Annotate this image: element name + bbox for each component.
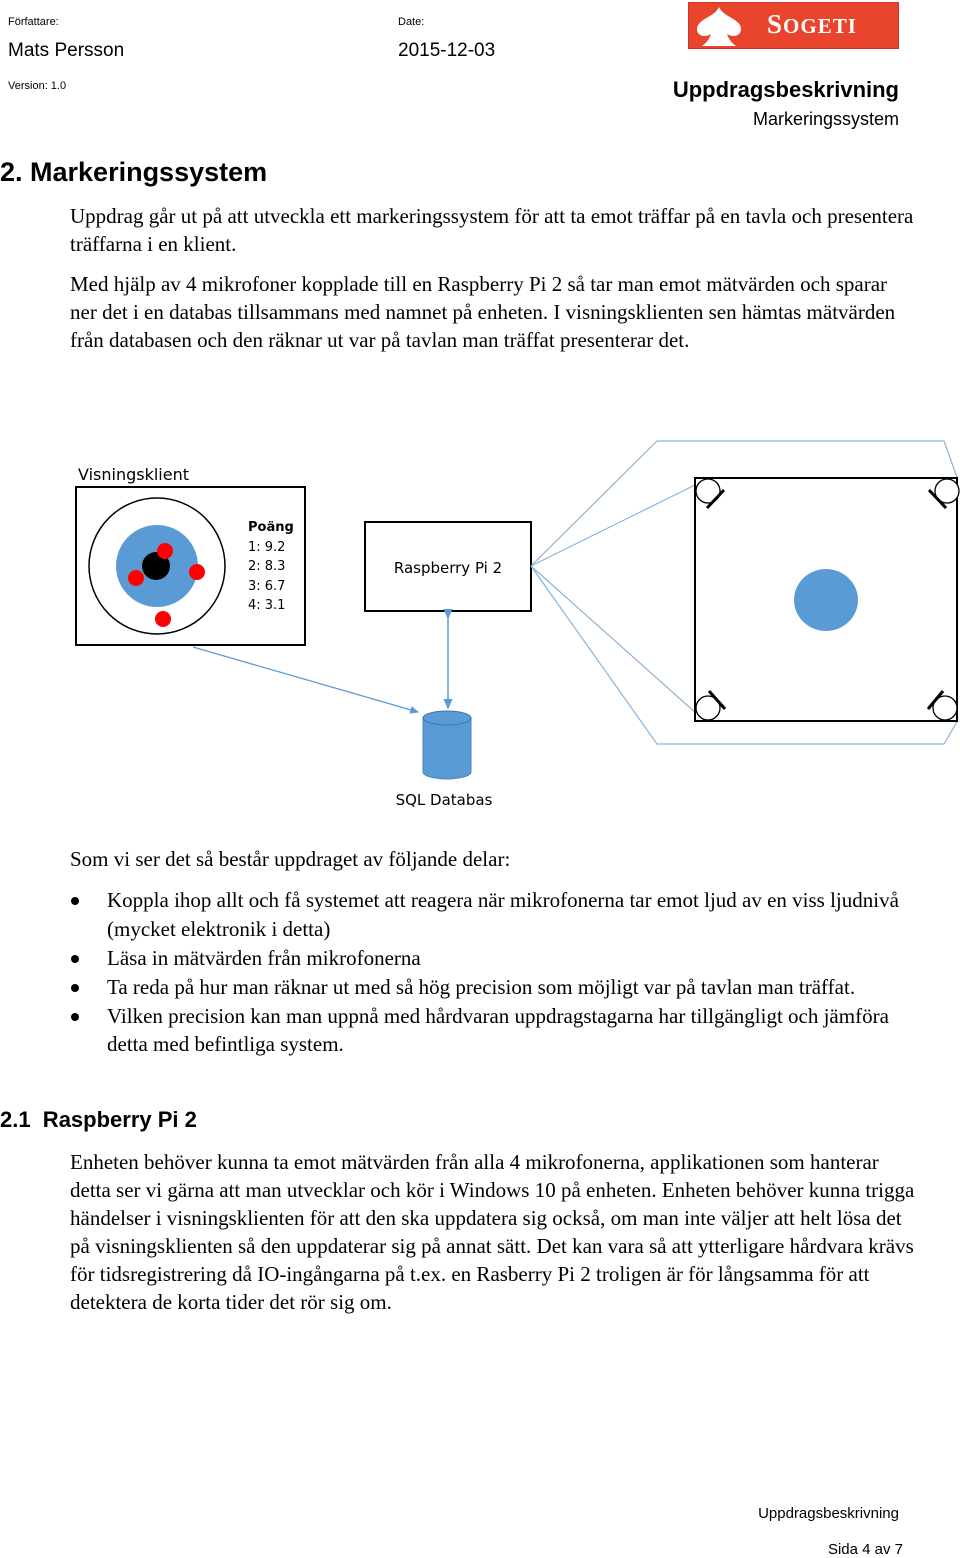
list-item: Läsa in mätvärden från mikrofonerna <box>70 944 915 973</box>
document-title: Uppdragsbeskrivning <box>672 77 899 102</box>
hit-marker <box>128 570 144 586</box>
intro-paragraph: Uppdrag går ut på att utveckla ett marke… <box>70 204 914 256</box>
list-item: Vilken precision kan man uppnå med hårdv… <box>70 1002 915 1059</box>
date-value: 2015-12-03 <box>398 40 496 61</box>
score-item: 4: 3.1 <box>248 598 285 613</box>
section-heading: 2. Markeringssystem <box>0 157 268 187</box>
hit-marker <box>189 564 205 580</box>
client-db-arrow <box>192 646 420 714</box>
description-paragraph: Med hjälp av 4 mikrofoner kopplade till … <box>70 272 896 352</box>
hit-marker <box>157 543 173 559</box>
task-list: Koppla ihop allt och få systemet att rea… <box>70 886 915 1059</box>
company-logo: SOGETI <box>688 2 899 49</box>
database-icon <box>422 710 472 780</box>
author-name: Mats Persson <box>8 40 125 61</box>
board-center-marker <box>794 569 858 631</box>
date-label: Date: <box>398 16 425 28</box>
score-title: Poäng <box>248 520 294 535</box>
version-label: Version: 1.0 <box>8 80 67 92</box>
score-item: 3: 6.7 <box>248 579 285 594</box>
spade-icon <box>697 7 741 46</box>
hit-marker <box>155 611 171 627</box>
logo-text: SOGETI <box>767 9 857 39</box>
list-item: Koppla ihop allt och få systemet att rea… <box>70 886 915 943</box>
page-number: Sida 4 av 7 <box>827 1541 903 1558</box>
system-diagram: Visningsklient Poäng 1: 9.2 2: 8.3 3: 6.… <box>75 440 960 809</box>
list-intro: Som vi ser det så består uppdraget av fö… <box>70 847 511 871</box>
document-subtitle: Markeringssystem <box>752 109 899 129</box>
client-label: Visningsklient <box>78 465 189 484</box>
database-label: SQL Databas <box>396 791 493 809</box>
author-label: Författare: <box>8 16 59 28</box>
score-item: 2: 8.3 <box>248 559 285 574</box>
score-item: 1: 9.2 <box>248 540 285 555</box>
footer-document-name: Uppdragsbeskrivning <box>758 1505 899 1522</box>
list-item: Ta reda på hur man räknar ut med så hög … <box>70 973 915 1002</box>
raspberry-pi-label: Raspberry Pi 2 <box>394 559 502 577</box>
subsection-paragraph: Enheten behöver kunna ta emot mätvärden … <box>70 1150 915 1314</box>
subsection-heading: 2.1 Raspberry Pi 2 <box>0 1107 197 1132</box>
target-icon <box>88 497 226 635</box>
